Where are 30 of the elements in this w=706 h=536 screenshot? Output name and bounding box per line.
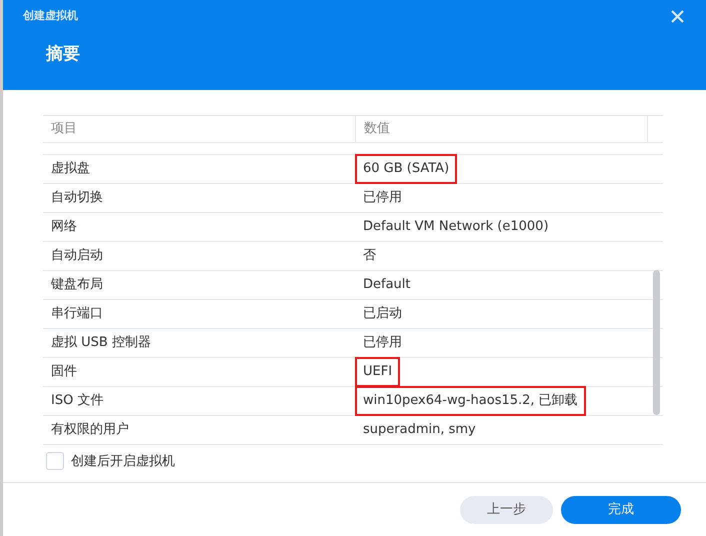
table-cell: superadmin, smy: [363, 422, 476, 438]
back-button[interactable]: 上一步: [460, 496, 553, 524]
checkbox-label: 创建后开启虚拟机: [70, 452, 175, 470]
table-cell: 已停用: [363, 190, 402, 206]
table-cell: 虚拟盘: [51, 161, 90, 176]
checkbox[interactable]: [46, 452, 64, 470]
column-header[interactable]: 项目: [51, 121, 77, 136]
page-heading: 摘要: [46, 42, 81, 66]
table-cell: 已启动: [363, 306, 402, 322]
column-header[interactable]: 数值: [364, 119, 390, 139]
table-cell: 网络: [51, 219, 77, 234]
close-icon[interactable]: [670, 9, 684, 24]
table-cell: ISO 文件: [51, 393, 104, 408]
table-cell: 串行端口: [51, 306, 103, 322]
table-cell: 有权限的用户: [51, 422, 129, 438]
table-cell: 固件: [51, 364, 77, 380]
table-cell: win10pex64-wg-haos15.2, 已卸载: [363, 393, 578, 408]
table-cell: 自动切换: [51, 190, 103, 206]
scrollbar[interactable]: [653, 270, 660, 415]
table-cell: Default: [363, 277, 410, 292]
table-cell: 自动启动: [51, 248, 103, 264]
table-cell: 60 GB (SATA): [363, 161, 450, 176]
finish-button[interactable]: 完成: [561, 496, 681, 524]
table-cell: 虚拟 USB 控制器: [51, 335, 151, 350]
table-cell: UEFI: [363, 364, 392, 380]
table-cell: 键盘布局: [51, 277, 103, 292]
table-cell: Default VM Network (e1000): [363, 219, 549, 234]
window-title: 创建虚拟机: [23, 8, 78, 24]
table-cell: 已停用: [363, 335, 402, 350]
table-cell: 否: [363, 248, 376, 264]
